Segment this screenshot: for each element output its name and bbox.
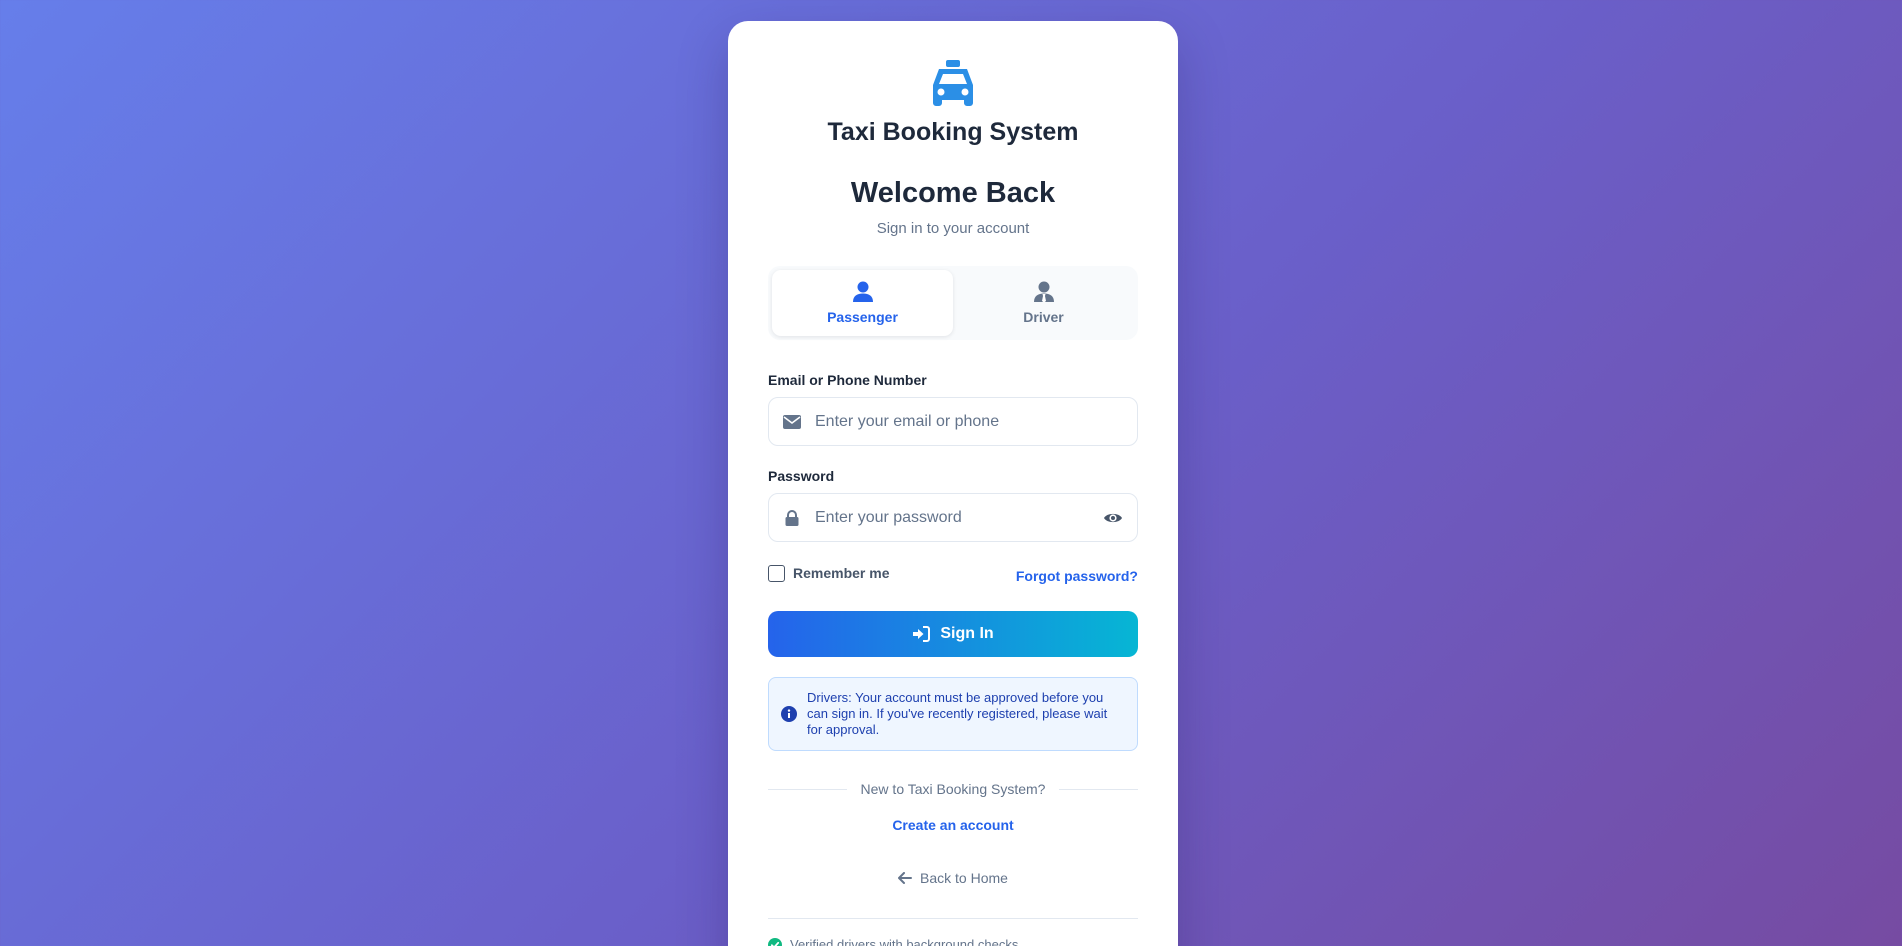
trust-text: Verified drivers with background checks bbox=[790, 937, 1019, 946]
email-input[interactable] bbox=[815, 412, 1123, 431]
info-circle-icon bbox=[781, 706, 797, 722]
divider-line-left bbox=[768, 788, 847, 790]
taxi-icon bbox=[933, 60, 973, 106]
tab-driver[interactable]: Driver bbox=[953, 270, 1134, 336]
login-card: Taxi Booking System Welcome Back Sign in… bbox=[728, 21, 1178, 946]
arrow-left-icon bbox=[898, 872, 913, 884]
page-title: Welcome Back bbox=[850, 177, 1056, 209]
notice-text: Drivers: Your account must be approved b… bbox=[807, 690, 1108, 737]
lock-icon bbox=[785, 509, 799, 526]
tab-passenger-label: Passenger bbox=[827, 309, 898, 325]
envelope-icon bbox=[783, 414, 801, 429]
tab-passenger[interactable]: Passenger bbox=[772, 270, 953, 336]
password-label: Password bbox=[768, 468, 835, 484]
password-input-wrapper bbox=[768, 493, 1138, 542]
sign-in-label: Sign In bbox=[940, 625, 994, 642]
user-tie-icon bbox=[1033, 281, 1054, 303]
sign-in-icon bbox=[913, 626, 931, 642]
brand-header: Taxi Booking System bbox=[768, 21, 1138, 147]
tab-driver-label: Driver bbox=[1023, 309, 1064, 325]
password-input[interactable] bbox=[815, 508, 1103, 527]
remember-me-label: Remember me bbox=[793, 565, 890, 581]
trust-item: Verified drivers with background checks bbox=[768, 937, 1138, 946]
role-switcher: Passenger Driver bbox=[768, 266, 1138, 340]
back-to-home-label: Back to Home bbox=[920, 870, 1008, 886]
sign-in-button[interactable]: Sign In bbox=[768, 611, 1138, 657]
brand-name: Taxi Booking System bbox=[827, 118, 1079, 146]
driver-approval-notice: Drivers: Your account must be approved b… bbox=[768, 677, 1138, 751]
remember-me-checkbox[interactable] bbox=[768, 564, 785, 582]
signup-prompt: New to Taxi Booking System? bbox=[860, 781, 1046, 797]
footer-divider bbox=[768, 918, 1138, 919]
check-circle-icon bbox=[768, 937, 782, 946]
create-account-link[interactable]: Create an account bbox=[768, 817, 1138, 833]
signup-divider: New to Taxi Booking System? bbox=[768, 781, 1139, 797]
page-subtitle: Sign in to your account bbox=[876, 220, 1030, 237]
user-icon bbox=[852, 281, 873, 302]
form-options: Remember me Forgot password? bbox=[768, 562, 1138, 584]
email-label: Email or Phone Number bbox=[768, 372, 927, 388]
eye-icon[interactable] bbox=[1103, 510, 1123, 526]
email-input-wrapper bbox=[768, 397, 1138, 446]
remember-me[interactable]: Remember me bbox=[768, 564, 890, 582]
forgot-password-link[interactable]: Forgot password? bbox=[1016, 568, 1138, 584]
divider-line-right bbox=[1059, 788, 1139, 790]
back-to-home-link[interactable]: Back to Home bbox=[768, 870, 1138, 886]
